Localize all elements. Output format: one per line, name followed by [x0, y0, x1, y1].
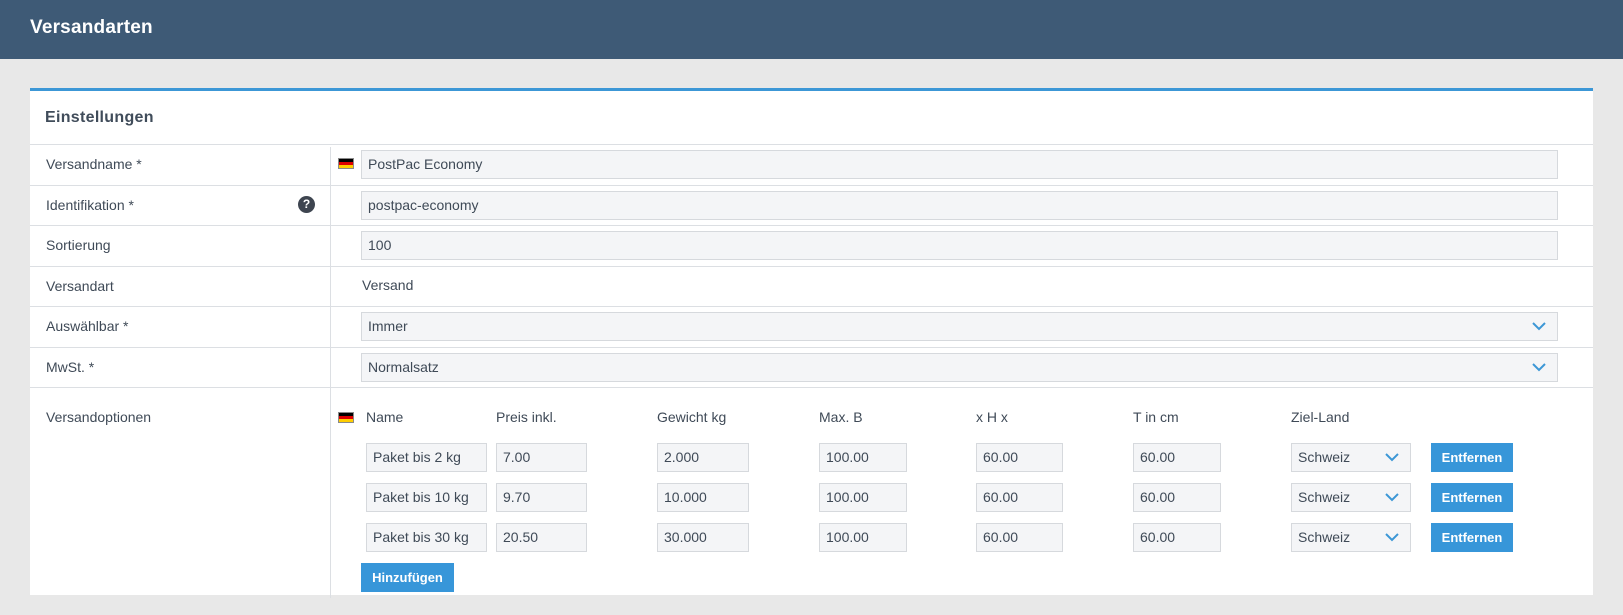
option-width-input[interactable]: 100.00	[819, 483, 907, 512]
identification-label: Identifikation *	[46, 197, 134, 213]
option-price-input[interactable]: 7.00	[496, 443, 587, 472]
option-height-input[interactable]: 60.00	[976, 523, 1063, 552]
option-name-input[interactable]: Paket bis 2 kg	[366, 443, 487, 472]
option-price-input[interactable]: 9.70	[496, 483, 587, 512]
shipping-options-label: Versandoptionen	[46, 409, 152, 425]
option-country-value: Schweiz	[1298, 449, 1351, 465]
shipping-name-input[interactable]: PostPac Economy	[361, 150, 1558, 179]
option-country-select[interactable]: Schweiz	[1291, 443, 1411, 472]
option-weight-input[interactable]: 2.000	[657, 443, 749, 472]
divider	[30, 225, 1593, 226]
chevron-down-icon	[1532, 322, 1546, 331]
option-depth-input[interactable]: 60.00	[1133, 483, 1221, 512]
settings-panel: Einstellungen Versandname * PostPac Econ…	[30, 88, 1593, 598]
option-price-input[interactable]: 20.50	[496, 523, 587, 552]
column-header-height: x H x	[976, 409, 1008, 425]
selectable-select[interactable]: Immer	[361, 312, 1558, 341]
option-name-input[interactable]: Paket bis 30 kg	[366, 523, 487, 552]
add-option-button[interactable]: Hinzufügen	[361, 563, 454, 592]
flag-de-icon	[338, 158, 354, 169]
shipping-name-label: Versandname *	[46, 156, 142, 172]
chevron-down-icon	[1385, 453, 1399, 462]
flag-de-icon	[338, 412, 354, 423]
selectable-label: Auswählbar *	[46, 318, 129, 334]
vat-value: Normalsatz	[368, 359, 439, 375]
shipping-type-value: Versand	[362, 277, 414, 293]
column-header-price: Preis inkl.	[496, 409, 557, 425]
option-height-input[interactable]: 60.00	[976, 443, 1063, 472]
option-height-input[interactable]: 60.00	[976, 483, 1063, 512]
chevron-down-icon	[1385, 493, 1399, 502]
page-title: Versandarten	[30, 17, 153, 38]
divider	[30, 144, 1593, 145]
column-header-weight: Gewicht kg	[657, 409, 727, 425]
divider	[30, 185, 1593, 186]
vat-label: MwSt. *	[46, 359, 95, 375]
column-header-name: Name	[366, 409, 404, 425]
divider	[30, 387, 1593, 388]
option-weight-input[interactable]: 30.000	[657, 523, 749, 552]
option-width-input[interactable]: 100.00	[819, 523, 907, 552]
option-country-select[interactable]: Schweiz	[1291, 483, 1411, 512]
shipping-type-label: Versandart	[46, 278, 114, 294]
option-width-input[interactable]: 100.00	[819, 443, 907, 472]
vat-select[interactable]: Normalsatz	[361, 353, 1558, 382]
panel-heading: Einstellungen	[45, 109, 154, 126]
option-weight-input[interactable]: 10.000	[657, 483, 749, 512]
remove-option-button[interactable]: Entfernen	[1431, 523, 1513, 552]
help-icon[interactable]: ?	[298, 196, 315, 213]
option-depth-input[interactable]: 60.00	[1133, 443, 1221, 472]
column-header-depth: T in cm	[1133, 409, 1179, 425]
column-header-width: Max. B	[819, 409, 863, 425]
option-name-input[interactable]: Paket bis 10 kg	[366, 483, 487, 512]
remove-option-button[interactable]: Entfernen	[1431, 443, 1513, 472]
chevron-down-icon	[1385, 533, 1399, 542]
option-country-select[interactable]: Schweiz	[1291, 523, 1411, 552]
divider	[30, 347, 1593, 348]
divider	[30, 266, 1593, 267]
identification-input[interactable]: postpac-economy	[361, 191, 1558, 220]
option-country-value: Schweiz	[1298, 529, 1351, 545]
remove-option-button[interactable]: Entfernen	[1431, 483, 1513, 512]
column-header-country: Ziel-Land	[1291, 409, 1350, 425]
column-divider	[330, 147, 331, 598]
divider	[30, 306, 1593, 307]
option-country-value: Schweiz	[1298, 489, 1351, 505]
selectable-value: Immer	[368, 318, 408, 334]
sorting-label: Sortierung	[46, 237, 111, 253]
top-bar: Versandarten	[0, 0, 1623, 59]
chevron-down-icon	[1532, 363, 1546, 372]
option-depth-input[interactable]: 60.00	[1133, 523, 1221, 552]
sorting-input[interactable]: 100	[361, 231, 1558, 260]
